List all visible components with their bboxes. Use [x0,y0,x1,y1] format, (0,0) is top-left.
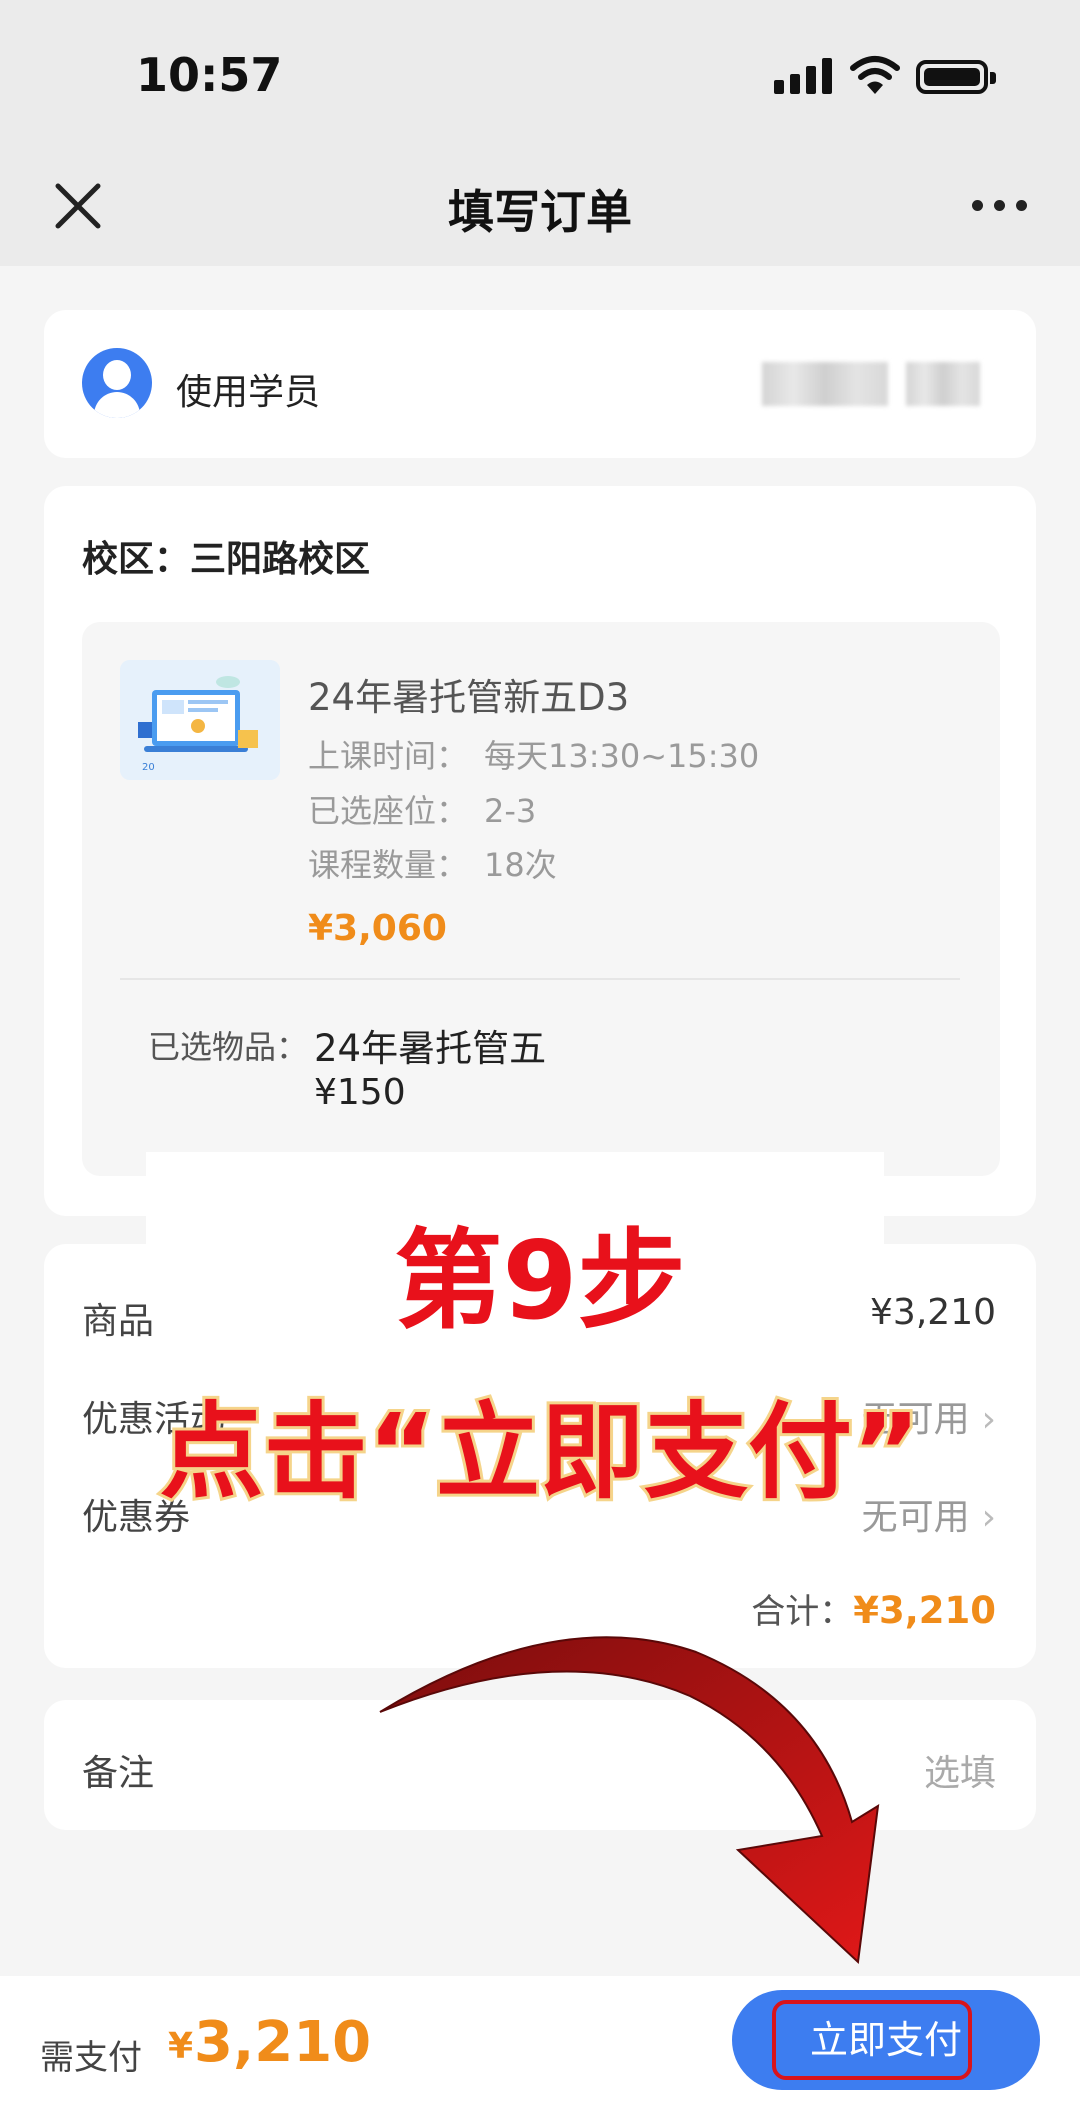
course-seat: 已选座位： 2-3 [308,792,537,830]
remark-label: 备注 [82,1753,155,1794]
student-label: 使用学员 [176,372,321,413]
course-name: 24年暑托管新五D3 [308,676,630,719]
more-icon[interactable] [972,190,1028,220]
wifi-icon [850,56,900,94]
selected-item-name: 24年暑托管五 [314,1027,547,1070]
total: 合计：¥3,210 [751,1584,996,1633]
page-title: 填写订单 [448,185,632,239]
course-thumbnail-image: 20 [120,660,280,780]
total-value: ¥3,210 [853,1589,996,1632]
tutorial-instruction: 点击“立即支付” [157,1391,924,1513]
blurred-student-id [906,362,980,406]
remark-input[interactable]: 选填 [924,1744,996,1796]
campus-label: 校区：三阳路校区 [82,539,371,580]
pay-amount: 3,210 [194,2010,372,2075]
svg-text:20: 20 [142,762,155,773]
divider [120,978,960,980]
signal-icon [774,58,832,94]
total-label: 合计： [751,1592,854,1632]
user-avatar-icon [82,348,152,418]
highlight-box [772,2000,972,2080]
battery-icon [916,60,996,94]
pay-currency: ¥ [168,2026,194,2067]
pay-label: 需支付 [40,2038,142,2078]
status-time: 10:57 [136,48,283,102]
selected-item-price: ¥150 [314,1072,406,1113]
course-price: ¥3,060 [308,908,447,949]
tutorial-step-title: 第9步 [392,1219,688,1344]
selected-item-label: 已选物品： [148,1028,309,1066]
course-time: 上课时间： 每天13:30~15:30 [308,737,760,775]
course-count: 课程数量： 18次 [308,846,557,884]
remark-card[interactable] [44,1700,1036,1830]
blurred-student-name [762,362,888,406]
